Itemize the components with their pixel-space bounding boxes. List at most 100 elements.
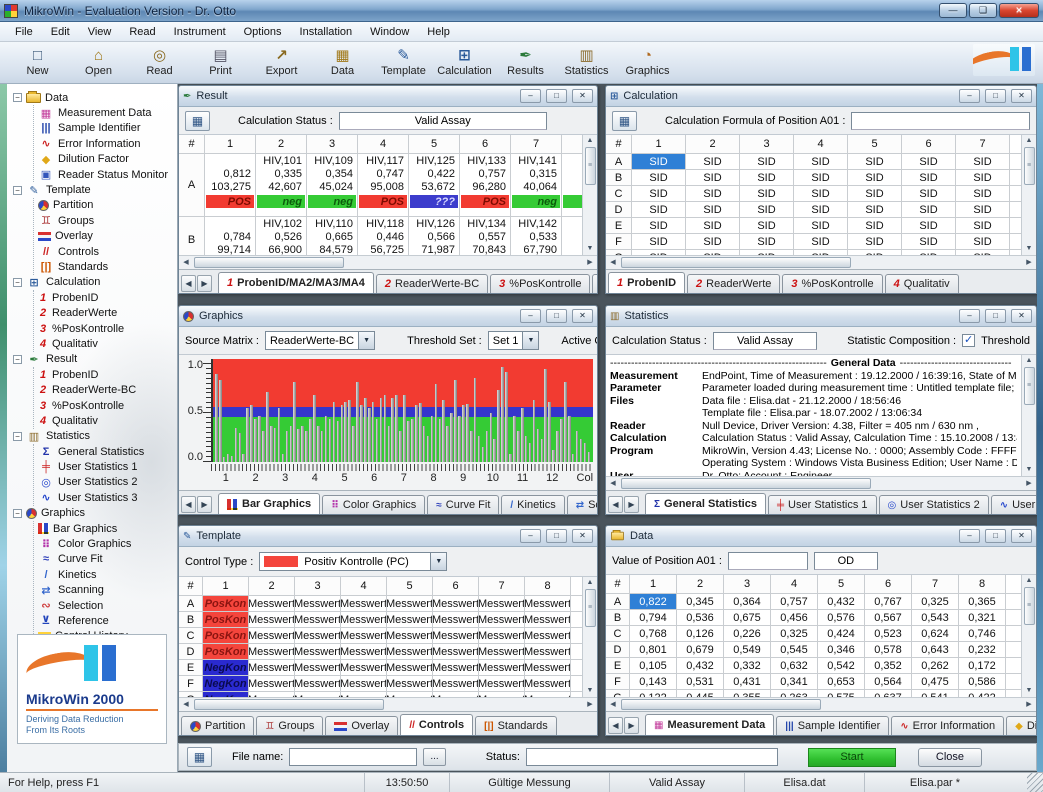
- formula-cell[interactable]: SID: [956, 154, 1010, 169]
- scroll-left-icon[interactable]: ◀: [179, 257, 193, 269]
- template-cell[interactable]: Messwert: [525, 660, 571, 675]
- formula-cell[interactable]: SID: [902, 234, 956, 249]
- sidebar-item-sample-identifier[interactable]: |||Sample Identifier: [38, 121, 177, 136]
- measurement-cell[interactable]: 0,523: [865, 626, 912, 641]
- template-cell[interactable]: Messwert: [341, 660, 387, 675]
- formula-cell[interactable]: SID: [632, 218, 686, 233]
- measurement-cell[interactable]: 0,632: [771, 658, 818, 673]
- data-close-button[interactable]: ✕: [1011, 529, 1032, 543]
- formula-cell[interactable]: SID: [740, 170, 794, 185]
- result-cell[interactable]: HIV,1250,42253,672???: [409, 154, 460, 216]
- scroll-up-icon[interactable]: ▲: [1022, 575, 1036, 587]
- result-cell[interactable]: HIV,1420,53367,790: [511, 217, 562, 255]
- template-cell[interactable]: Messwert: [341, 612, 387, 627]
- sidebar-item-dilution-factor[interactable]: ◆Dilution Factor: [38, 152, 177, 167]
- statistics-horizontal-scrollbar[interactable]: ◀▶: [606, 476, 1036, 490]
- file-name-input[interactable]: [289, 748, 417, 766]
- scrollbar-thumb[interactable]: [194, 257, 344, 268]
- menu-file[interactable]: File: [6, 24, 42, 40]
- formula-cell[interactable]: SID: [686, 186, 740, 201]
- formula-cell[interactable]: SID: [686, 202, 740, 217]
- template-cell[interactable]: PosKon: [203, 644, 249, 659]
- tab-scroll-left-icon[interactable]: ◀: [608, 496, 623, 513]
- result-vertical-scrollbar[interactable]: ▲≡▼: [582, 135, 597, 255]
- result-cell[interactable]: HIV,1180,44656,725: [358, 217, 409, 255]
- template-cell[interactable]: Messwert: [433, 628, 479, 643]
- toolbar-new-button[interactable]: □New: [8, 44, 67, 81]
- toolbar-graphics-button[interactable]: ◔Graphics: [618, 44, 677, 81]
- scroll-right-icon[interactable]: ▶: [583, 257, 597, 269]
- template-cell[interactable]: NegKon: [203, 676, 249, 691]
- scrollbar-thumb[interactable]: [621, 478, 871, 489]
- sidebar-node-graphics[interactable]: −Graphics: [11, 506, 177, 521]
- measurement-cell[interactable]: 0,624: [912, 626, 959, 641]
- scroll-left-icon[interactable]: ◀: [606, 257, 620, 269]
- template-cell[interactable]: Messwert: [433, 644, 479, 659]
- scroll-right-icon[interactable]: ▶: [1022, 699, 1036, 711]
- tab-scroll-left-icon[interactable]: ◀: [181, 275, 196, 292]
- measurement-cell[interactable]: 0,143: [630, 674, 677, 689]
- measurement-cell[interactable]: 0,232: [959, 642, 1006, 657]
- result-cell[interactable]: HIV,1410,31540,064neg: [511, 154, 562, 216]
- template-cell[interactable]: Messwert: [249, 596, 295, 611]
- toolbar-open-button[interactable]: ⌂Open: [69, 44, 128, 81]
- calculation-horizontal-scrollbar[interactable]: ◀▶: [606, 255, 1036, 269]
- sidebar-item-probenid[interactable]: 1ProbenID: [38, 290, 177, 305]
- scroll-left-icon[interactable]: ◀: [606, 699, 620, 711]
- formula-cell[interactable]: SID: [686, 154, 740, 169]
- menu-installation[interactable]: Installation: [291, 24, 362, 40]
- measurement-cell[interactable]: 0,365: [959, 594, 1006, 609]
- calculation-tab-probenid[interactable]: 1ProbenID: [608, 272, 685, 293]
- measurement-cell[interactable]: 0,564: [865, 674, 912, 689]
- measurement-cell[interactable]: 0,541: [912, 690, 959, 697]
- template-close-button[interactable]: ✕: [572, 529, 593, 543]
- scrollbar-thumb[interactable]: ≡: [1024, 587, 1035, 625]
- toolbar-calculation-button[interactable]: ⊞Calculation: [435, 44, 494, 81]
- template-cell[interactable]: Messwert: [295, 596, 341, 611]
- formula-cell[interactable]: SID: [632, 170, 686, 185]
- minimize-button[interactable]: —: [939, 3, 967, 18]
- graphics-close-button[interactable]: ✕: [572, 309, 593, 323]
- menu-instrument[interactable]: Instrument: [165, 24, 235, 40]
- data-horizontal-scrollbar[interactable]: ◀▶: [606, 697, 1036, 711]
- toolbar-data-button[interactable]: ▦Data: [313, 44, 372, 81]
- measurement-cell[interactable]: 0,325: [912, 594, 959, 609]
- sidebar-node-statistics[interactable]: −▥Statistics: [11, 429, 177, 444]
- formula-cell[interactable]: SID: [848, 218, 902, 233]
- template-cell[interactable]: Messwert: [249, 692, 295, 697]
- template-horizontal-scrollbar[interactable]: ◀▶: [179, 697, 597, 711]
- measurement-cell[interactable]: 0,679: [677, 642, 724, 657]
- tree-expander-icon[interactable]: −: [13, 432, 22, 441]
- template-cell[interactable]: Messwert: [341, 644, 387, 659]
- sidebar-item-poskontrolle[interactable]: 3%PosKontrolle: [38, 398, 177, 413]
- measurement-cell[interactable]: 0,549: [724, 642, 771, 657]
- measurement-cell[interactable]: 0,346: [818, 642, 865, 657]
- result-tab-readerwerte-bc[interactable]: 2ReaderWerte-BC: [376, 274, 488, 293]
- measurement-cell[interactable]: 0,355: [724, 690, 771, 697]
- data-vertical-scrollbar[interactable]: ▲≡▼: [1021, 575, 1036, 697]
- template-cell[interactable]: PosKon: [203, 596, 249, 611]
- template-cell[interactable]: Messwert: [249, 660, 295, 675]
- measurement-cell[interactable]: 0,576: [818, 610, 865, 625]
- scroll-up-icon[interactable]: ▲: [1022, 135, 1036, 147]
- calculation-formula-box[interactable]: [851, 112, 1030, 130]
- result-cell[interactable]: HIV45neg: [562, 154, 582, 216]
- measurement-cell[interactable]: 0,531: [677, 674, 724, 689]
- measurement-cell[interactable]: 0,432: [677, 658, 724, 673]
- sidebar-item-reference[interactable]: ⊻Reference: [38, 613, 177, 628]
- result-cell[interactable]: HIV,1330,75796,280POS: [460, 154, 511, 216]
- measurement-cell[interactable]: 0,105: [630, 658, 677, 673]
- measurement-cell[interactable]: 0,794: [630, 610, 677, 625]
- measurement-cell[interactable]: 0,172: [959, 658, 1006, 673]
- result-cell[interactable]: HIV,1260,56671,987: [409, 217, 460, 255]
- template-cell[interactable]: Messwert: [387, 612, 433, 627]
- sidebar-node-template[interactable]: −✎Template: [11, 182, 177, 197]
- browse-button[interactable]: ...: [423, 748, 445, 766]
- graphics-tab-curve-fit[interactable]: ≈Curve Fit: [427, 495, 499, 514]
- formula-cell[interactable]: SID: [740, 154, 794, 169]
- scroll-right-icon[interactable]: ▶: [583, 699, 597, 711]
- measurement-cell[interactable]: 0,341: [771, 674, 818, 689]
- sidebar-item-user-statistics-1[interactable]: ╪User Statistics 1: [38, 459, 177, 474]
- template-cell[interactable]: Messwert: [387, 676, 433, 691]
- menu-window[interactable]: Window: [361, 24, 418, 40]
